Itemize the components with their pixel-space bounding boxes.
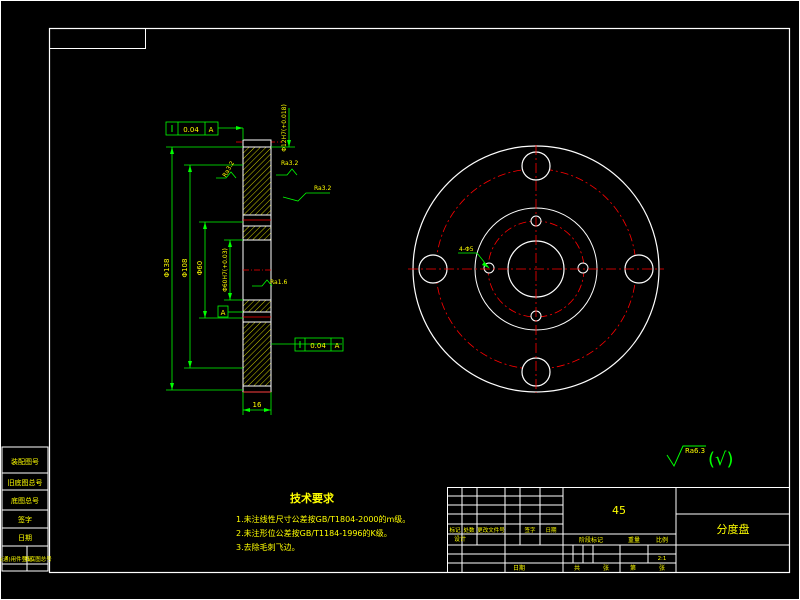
section-lower-hub (242, 299, 272, 313)
strip-label-base-drawing: 底图总号 (11, 496, 39, 505)
dim-inner-diameter: Φ60 (196, 261, 204, 275)
tb-label-change-doc: 更改文件号 (477, 526, 505, 534)
roughness-mid: Ra1.6 (270, 279, 287, 286)
datum-marker: A (217, 305, 229, 318)
tech-requirement-2: 2.未注形位公差按GB/T1184-1996的K级。 (236, 528, 392, 538)
tb-scale-label: 比例 (656, 536, 668, 544)
gdt-frame-bottom: 0.04 A (294, 337, 344, 352)
strip-label-old-drawing: 旧底图总号 (8, 478, 43, 487)
gdt-bottom-value: 0.04 (310, 342, 326, 350)
front-view: 4-Φ5 (408, 145, 664, 393)
general-roughness: Ra6.3 (√) (666, 445, 734, 470)
dim-mid-diameter: Φ108 (181, 259, 189, 278)
general-roughness-value: Ra6.3 (685, 447, 705, 455)
tech-requirement-1: 1.未注线性尺寸公差按GB/T1804-2000的m级。 (236, 514, 410, 524)
tb-sheet-label-1: 张 (603, 564, 609, 572)
tb-label-designer: 设计 (454, 535, 466, 543)
svg-text:A: A (221, 309, 226, 317)
tb-part-name: 分度盘 (717, 522, 750, 536)
strip-label-assembly: 装配图号 (11, 457, 39, 466)
tb-weight: 重量 (628, 536, 640, 544)
tb-stage-mark: 阶段标记 (579, 536, 603, 544)
left-signature-strip: 装配图号 旧底图总号 底图总号 签字 日期 借(通)用件登记 旧底图总号 (0, 446, 52, 572)
small-hole-right (577, 262, 589, 274)
gdt-frame-top: 0.04 A (165, 121, 219, 136)
section-upper-flange (242, 146, 272, 216)
section-lower-flange (242, 321, 272, 387)
section-view: 0.04 A 0.04 A A Φ138 Φ108 Φ60 Φ60H7(+0.0… (163, 104, 344, 415)
drawing-svg: 装配图号 旧底图总号 底图总号 签字 日期 借(通)用件登记 旧底图总号 (0, 0, 800, 600)
dim-bore-tolerance: Φ60H7(+0.03) (222, 248, 229, 292)
dim-top-tolerance: Φ12H7(+0.018) (281, 104, 288, 152)
roughness-top-right: Ra3.2 (281, 160, 298, 167)
tb-label-date: 日期 (545, 527, 557, 534)
tech-requirement-3: 3.去除毛刺飞边。 (236, 542, 300, 552)
gdt-top-datum: A (209, 126, 214, 134)
dim-width: 16 (253, 401, 262, 409)
sheet-outer-border (0, 0, 800, 600)
general-roughness-suffix: (√) (708, 449, 734, 470)
section-upper-hub (242, 225, 272, 241)
tb-label-bottom-date: 日期 (513, 564, 525, 572)
dim-outer-diameter: Φ138 (163, 259, 171, 278)
roughness-face: Ra3.2 (314, 185, 331, 192)
gdt-top-value: 0.04 (183, 126, 199, 134)
tb-total-label: 共 (574, 564, 580, 572)
tech-requirements: 技术要求 1.未注线性尺寸公差按GB/T1804-2000的m级。 2.未注形位… (236, 491, 410, 552)
tech-requirements-title: 技术要求 (290, 491, 335, 505)
tb-material: 45 (612, 504, 626, 517)
tb-label-sign: 签字 (524, 526, 536, 534)
cad-drawing-sheet: 装配图号 旧底图总号 底图总号 签字 日期 借(通)用件登记 旧底图总号 (0, 0, 800, 600)
strip-label-date: 日期 (18, 534, 32, 542)
drawing-number-box (49, 28, 146, 49)
tb-scale-value: 2:1 (658, 556, 667, 562)
tb-label-count: 处数 (463, 526, 475, 534)
tb-page-label: 第 (630, 564, 636, 572)
strip-label-sign: 签字 (18, 515, 32, 524)
tb-sheet-label-2: 张 (659, 564, 665, 572)
gdt-bottom-datum: A (335, 342, 340, 350)
strip-label-old-total: 旧底图总号 (24, 555, 52, 563)
tb-label-mark: 标记 (449, 526, 461, 534)
hole-callout-label: 4-Φ5 (459, 246, 474, 253)
sheet-inner-frame (48, 27, 791, 574)
